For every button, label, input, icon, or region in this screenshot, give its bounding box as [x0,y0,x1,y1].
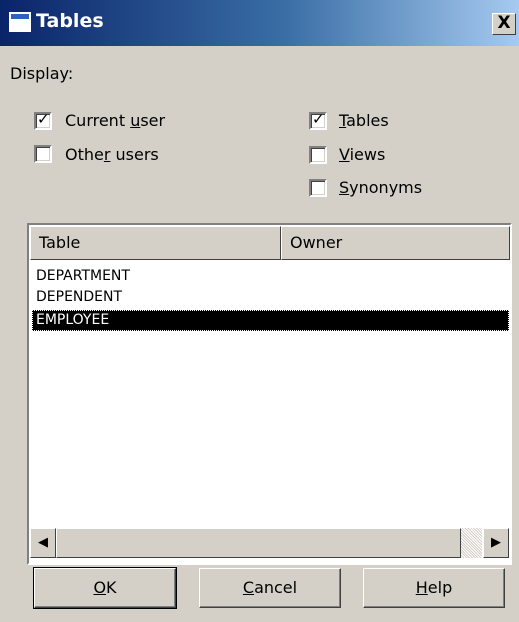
close-icon: X [497,13,511,33]
tables-label[interactable]: Tables [339,111,389,130]
cancel-button[interactable]: Cancel [199,568,341,608]
horizontal-scrollbar[interactable]: ◀ ▶ [30,528,509,561]
table-row[interactable]: DEPARTMENT [32,266,509,287]
check-mark-icon: ✓ [37,110,50,128]
synonyms-label[interactable]: Synonyms [339,178,422,197]
scroll-thumb[interactable] [56,528,461,558]
check-mark-icon: ✓ [312,110,325,128]
table-row[interactable]: DEPENDENT [32,287,509,308]
current-user-checkbox[interactable]: ✓ [34,110,52,130]
column-header-owner[interactable]: Owner [281,226,510,260]
current-user-label[interactable]: Current user [65,111,165,130]
column-header-table[interactable]: Table [30,226,281,260]
tables-checkbox[interactable]: ✓ [309,110,327,130]
views-label[interactable]: Views [339,145,385,164]
views-checkbox[interactable] [309,146,327,164]
arrow-right-icon: ▶ [491,535,501,550]
table-row-selected[interactable]: EMPLOYEE [32,310,509,331]
close-button[interactable]: X [492,13,516,35]
help-button[interactable]: Help [363,568,505,608]
display-label: Display: [10,64,74,83]
title-bar[interactable]: Tables X [0,0,519,46]
other-users-checkbox[interactable] [34,145,52,163]
other-users-label[interactable]: Other users [65,145,159,164]
window-icon [9,12,31,32]
scroll-right-button[interactable]: ▶ [483,528,509,558]
window-title: Tables [36,10,104,32]
ok-button[interactable]: OK [33,567,177,609]
tables-dialog: Tables X Display: ✓ Current user Other u… [0,0,519,622]
scroll-left-button[interactable]: ◀ [30,528,56,558]
synonyms-checkbox[interactable] [309,179,327,197]
tables-list[interactable]: Table Owner DEPARTMENT DEPENDENT EMPLOYE… [27,223,512,565]
arrow-left-icon: ◀ [38,535,48,550]
